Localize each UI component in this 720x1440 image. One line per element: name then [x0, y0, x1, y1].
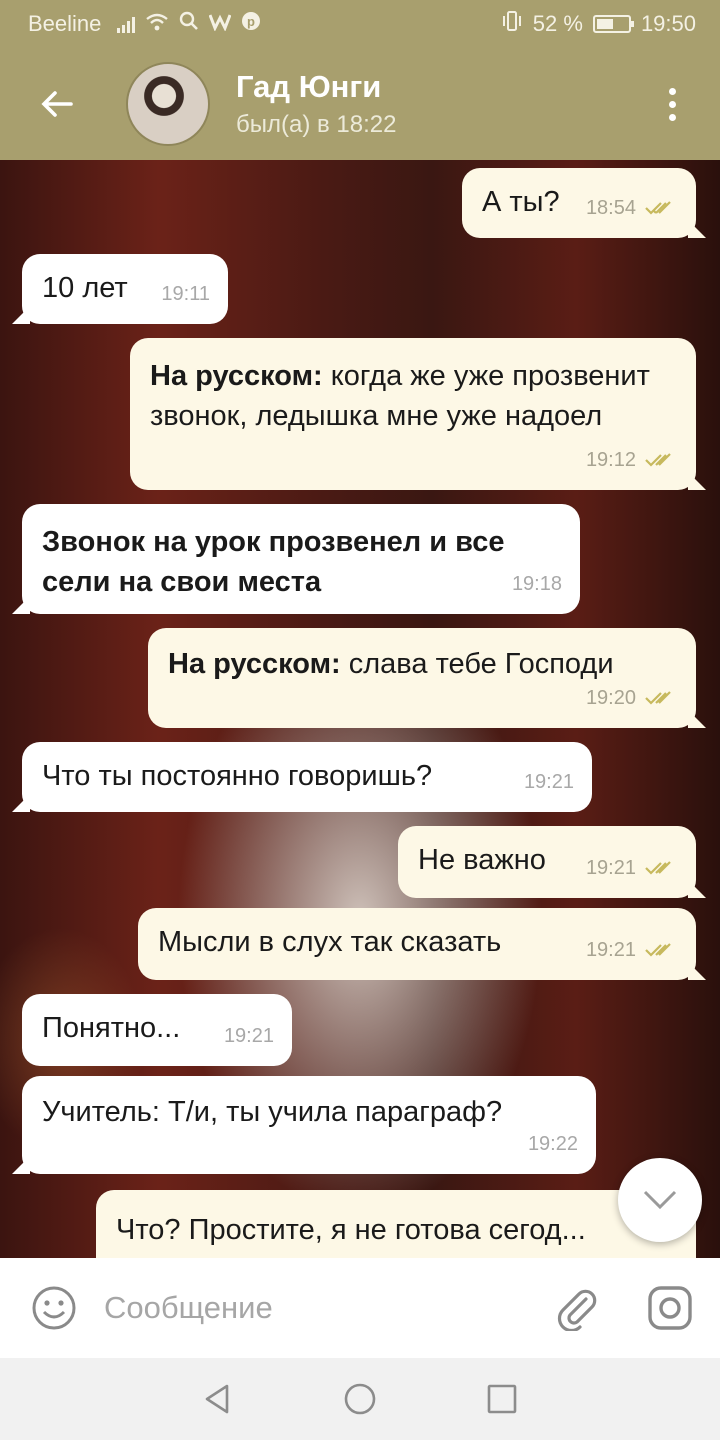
status-bar: Beeline p 52 % 19:50: [0, 0, 720, 48]
read-checks-icon: [645, 861, 671, 875]
scroll-down-button[interactable]: [618, 1158, 702, 1242]
read-checks-icon: [645, 453, 671, 467]
message-time: 19:18: [511, 573, 562, 595]
instagram-camera-icon[interactable]: [646, 1284, 694, 1332]
message-text: Звонок на урок прозвенел и все сели на с…: [42, 526, 505, 598]
message-bubble-out[interactable]: Не важно 19:21: [398, 826, 706, 898]
signal-icon: [117, 15, 136, 33]
read-checks-icon: [645, 691, 671, 705]
vibrate-icon: [501, 10, 523, 38]
clock: 19:50: [640, 11, 696, 36]
message-text: 10 лет: [42, 272, 128, 304]
message-text: Что? Простите, я не готова сегод...: [116, 1214, 586, 1246]
message-bubble-in[interactable]: Понятно... 19:21: [22, 994, 292, 1066]
message-bubble-in[interactable]: Звонок на урок прозвенел и все сели на с…: [12, 504, 580, 614]
contact-name: Гад Юнги: [236, 69, 382, 104]
message-input[interactable]: [104, 1290, 524, 1326]
message-time: 19:21: [585, 939, 636, 961]
message-bubble-in[interactable]: Что ты постоянно говоришь? 19:21: [12, 742, 592, 812]
message-bubble-out[interactable]: Что? Простите, я не готова сегод...: [96, 1190, 696, 1258]
message-text: Понятно...: [42, 1012, 181, 1044]
search-icon: [179, 11, 199, 37]
message-composer: [0, 1258, 720, 1358]
message-bubble-out[interactable]: На русском: когда же уже прозвенит звоно…: [130, 338, 706, 490]
message-bubble-in[interactable]: Учитель: Т/и, ты учила параграф? 19:22: [12, 1076, 596, 1174]
contact-avatar[interactable]: [126, 62, 210, 146]
nav-back-icon[interactable]: [201, 1382, 235, 1416]
message-time: 19:21: [523, 771, 574, 793]
svg-text:p: p: [247, 14, 255, 29]
message-prefix: На русском:: [150, 360, 323, 392]
back-arrow-icon: [41, 91, 73, 117]
battery-percent: 52 %: [532, 11, 583, 36]
contact-info[interactable]: Гад Юнги был(а) в 18:22: [236, 69, 396, 139]
message-bubble-out[interactable]: А ты? 18:54: [462, 168, 706, 238]
message-bubble-in[interactable]: 10 лет 19:11: [12, 254, 228, 324]
more-options-button[interactable]: [652, 74, 692, 134]
attach-icon[interactable]: [554, 1285, 600, 1331]
message-bubble-out[interactable]: Мысли в слух так сказать 19:21: [138, 908, 706, 980]
nav-recents-icon[interactable]: [485, 1382, 519, 1416]
chevron-down-icon: [643, 1190, 677, 1210]
message-time: 18:54: [585, 197, 636, 219]
chat-header: Гад Юнги был(а) в 18:22: [0, 48, 720, 160]
message-text: Учитель: Т/и, ты учила параграф?: [42, 1096, 503, 1128]
message-time: 19:20: [585, 687, 636, 709]
battery-icon: [592, 15, 634, 33]
message-time: 19:11: [161, 283, 210, 305]
pinterest-icon: p: [241, 11, 261, 37]
carrier-name: Beeline: [28, 11, 102, 36]
message-text: А ты?: [482, 186, 560, 218]
message-time: 19:21: [585, 857, 636, 879]
more-vert-icon: [668, 87, 676, 95]
back-button[interactable]: [32, 79, 82, 129]
message-text: Что ты постоянно говоришь?: [42, 760, 433, 792]
emoji-icon[interactable]: [30, 1284, 78, 1332]
message-text: Мысли в слух так сказать: [158, 926, 502, 958]
message-bubble-out[interactable]: На русском: слава тебе Господи 19:20: [148, 628, 706, 728]
message-time: 19:22: [527, 1133, 578, 1155]
read-checks-icon: [645, 201, 671, 215]
message-time: 19:12: [585, 449, 636, 471]
read-checks-icon: [645, 943, 671, 957]
message-prefix: На русском:: [168, 648, 341, 680]
app-w-icon: [208, 11, 232, 37]
message-time: 19:21: [223, 1025, 274, 1047]
wifi-icon: [145, 12, 169, 36]
last-seen-status: был(а) в 18:22: [236, 111, 397, 138]
message-text: слава тебе Господи: [340, 648, 614, 680]
nav-home-icon[interactable]: [343, 1382, 377, 1416]
chat-area[interactable]: А ты? 18:54 10 лет 19:11 На русском: ког…: [0, 160, 720, 1258]
system-nav-bar: [0, 1358, 720, 1440]
message-text: Не важно: [418, 844, 546, 876]
